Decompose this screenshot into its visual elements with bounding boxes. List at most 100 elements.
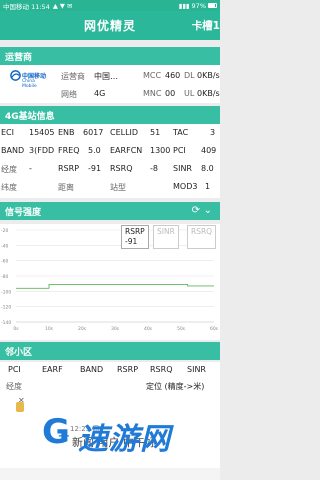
sim-slot-selector[interactable]: 卡槽1 [192,18,220,33]
label-rsrq: RSRQ [110,164,133,173]
y-tick-label: -20 [1,228,8,234]
value-ul: 0KB/s [197,89,220,98]
label-carrier: 运营商 [61,72,85,81]
label-mcc: MCC [143,71,162,80]
value-dl: 0KB/s [197,71,220,80]
section-signal-header: 信号强度 ⟳ ⌄ [0,202,220,220]
ad-thumbnail-icon [16,402,24,412]
logo-text-en: China Mobile [22,79,37,89]
legend-sinr-name: SINR [157,227,175,236]
value-rsrp: -91 [88,164,102,173]
value-pci: 409 [201,146,217,155]
value-cellid: 51 [150,128,161,137]
value-tac: 3 [210,128,216,137]
location-longitude-label: 经度 [6,382,22,391]
section-signal-title: 信号强度 [5,207,42,218]
expand-icon[interactable]: ⌄ [204,205,212,216]
x-tick-label: 50s [177,326,186,332]
watermark-logo-icon: Ǥ [42,412,70,452]
legend-sinr[interactable]: SINR [153,225,179,249]
battery-icon [208,3,217,8]
watermark-text: 速游网 [78,422,171,457]
x-tick-label: 30s [111,326,120,332]
label-ul: UL [184,89,195,98]
col-pci: PCI [8,365,21,374]
status-bar: 中国移动 11:54 ▲ ▼ ✉ ▮▮▮ 97% [0,0,220,11]
app-title: 网优精灵 [83,19,136,33]
value-eci: 15405 [29,128,55,137]
value-enb: 6017 [83,128,104,137]
x-tick-label: 0s [13,326,19,332]
value-sinr: 8.0 [201,164,214,173]
value-longitude: - [29,164,32,173]
value-mnc: 00 [165,89,176,98]
y-tick-label: -120 [1,305,11,311]
value-earfcn: 1300 [150,146,171,155]
legend-rsrp-name: RSRP [125,227,145,236]
section-lte-header: 4G基站信息 [0,106,220,124]
x-tick-label: 40s [144,326,153,332]
col-earfcn: EARF [42,365,63,374]
label-site-type: 站型 [110,183,126,192]
label-freq: FREQ [58,146,80,155]
label-latitude: 纬度 [1,183,17,192]
legend-rsrp[interactable]: RSRP -91 [121,225,149,249]
value-freq: 5.0 [88,146,101,155]
china-mobile-logo: 中国移动 China Mobile [10,70,46,92]
value-band: 3(FDD [29,146,55,155]
label-longitude: 经度 [1,165,17,174]
col-sinr: SINR [187,365,206,374]
neighbor-table-header: PCI EARF BAND RSRP RSRQ SINR [0,362,220,376]
label-network: 网络 [61,90,77,99]
y-tick-label: -100 [1,289,11,295]
value-network: 4G [94,89,106,98]
lte-panel: ECI 15405 ENB 6017 CELLID 51 TAC 3 BAND … [0,124,220,198]
label-eci: ECI [1,128,14,137]
label-rsrp: RSRP [58,164,80,173]
label-mod3: MOD3 [173,182,198,191]
x-tick-label: 20s [78,326,87,332]
y-tick-label: -80 [1,274,8,280]
status-carrier-time: 中国移动 11:54 [3,2,50,11]
label-mnc: MNC [143,89,162,98]
china-mobile-logo-icon [10,70,21,81]
label-sinr: SINR [173,164,192,173]
section-lte-title: 4G基站信息 [5,111,55,122]
carrier-panel: 中国移动 China Mobile 运营商 中国… MCC 460 DL 0KB… [0,65,220,103]
value-mcc: 460 [165,71,181,80]
col-rsrp: RSRP [117,365,139,374]
y-tick-label: -40 [1,243,8,249]
legend-rsrq[interactable]: RSRQ [187,225,217,249]
value-mod3: 1 [205,182,211,191]
value-carrier: 中国… [94,72,118,81]
label-enb: ENB [58,128,75,137]
location-row: 经度 定位 (精度->米) [0,376,220,396]
status-icons: ▲ ▼ ✉ [52,1,73,10]
col-rsrq: RSRQ [150,365,173,374]
series-line-rsrp [16,283,214,289]
location-accuracy-label[interactable]: 定位 (精度->米) [146,381,204,392]
refresh-icon[interactable]: ⟳ [192,205,200,216]
y-tick-label: -60 [1,259,8,265]
label-pci: PCI [173,146,186,155]
label-cellid: CELLID [110,128,139,137]
label-distance: 距离 [58,183,74,192]
label-dl: DL [184,71,195,80]
section-carrier-header: 运营商 [0,47,220,65]
label-tac: TAC [173,128,189,137]
x-tick-label: 10s [45,326,54,332]
label-band: BAND [1,146,25,155]
legend-rsrq-name: RSRQ [191,227,213,236]
y-tick-label: -140 [1,320,11,326]
label-earfcn: EARFCN [110,146,143,155]
x-tick-label: 60s [210,326,219,332]
system-nav-bar [0,468,220,480]
col-band: BAND [80,365,104,374]
app-bar: 网优精灵 卡槽1 [0,11,220,40]
section-neighbors-title: 邻小区 [5,347,33,358]
section-carrier-title: 运营商 [5,52,33,63]
legend-rsrp-value: -91 [125,237,138,246]
signal-battery-text: ▮▮▮ 97% [178,1,206,10]
section-neighbors-header: 邻小区 [0,342,220,360]
value-rsrq: -8 [150,164,158,173]
